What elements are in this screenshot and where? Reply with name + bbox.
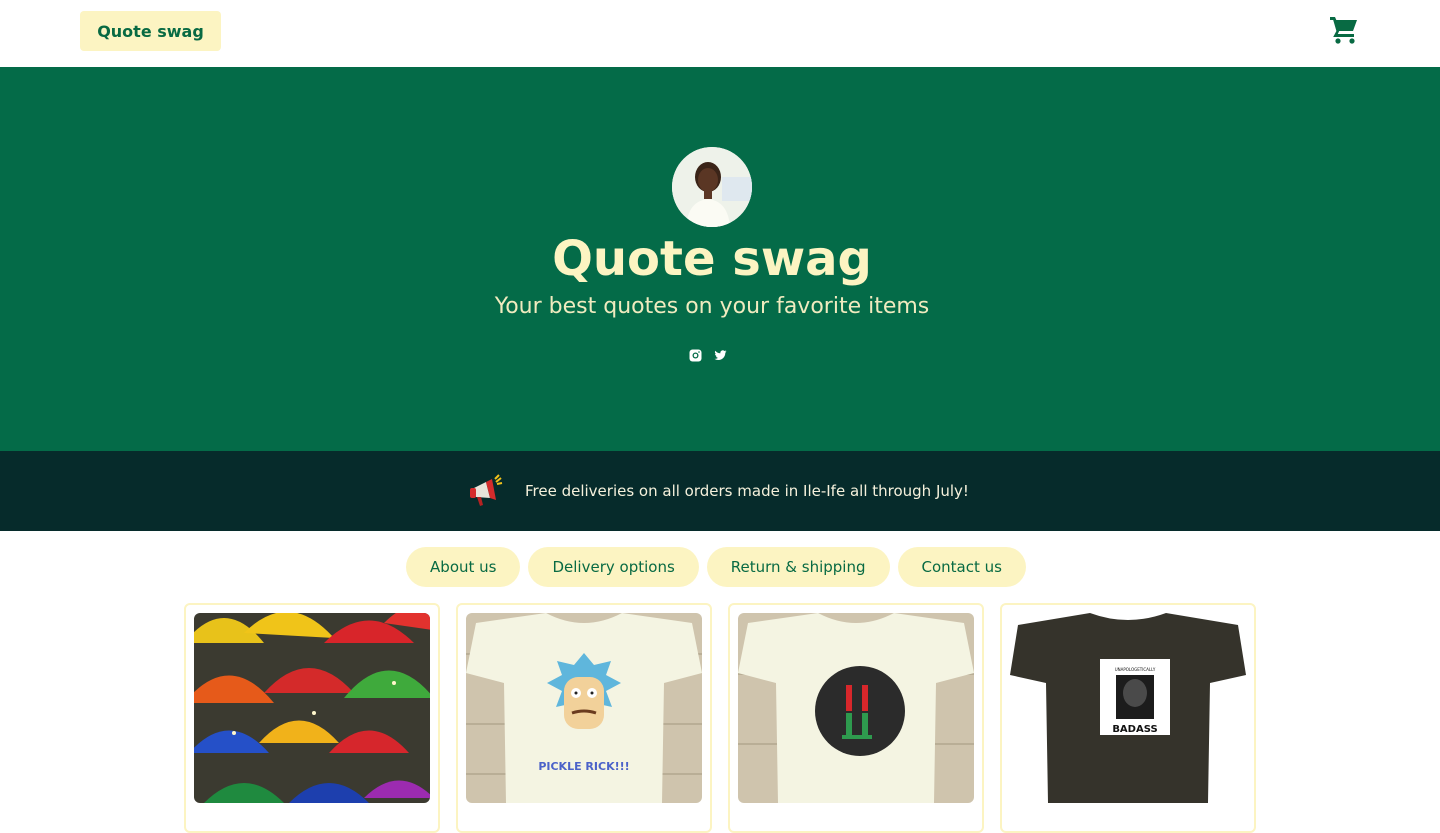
avatar (672, 147, 752, 227)
info-nav: About us Delivery options Return & shipp… (0, 547, 1432, 587)
product-card[interactable] (184, 603, 440, 833)
contact-us-button[interactable]: Contact us (897, 547, 1026, 587)
announcement-bar: Free deliveries on all orders made in Il… (0, 451, 1440, 531)
product-card[interactable]: PICKLE RICK!!! (456, 603, 712, 833)
instagram-icon[interactable] (689, 349, 702, 362)
colorful-umbrellas-image (194, 613, 430, 803)
cart-button[interactable] (1328, 14, 1360, 46)
product-card[interactable] (728, 603, 984, 833)
print-text: PICKLE RICK!!! (538, 760, 629, 773)
product-card[interactable]: UNAPOLOGETICALLY BADASS (1000, 603, 1256, 833)
about-us-button[interactable]: About us (406, 547, 521, 587)
brand-button[interactable]: Quote swag (80, 11, 221, 51)
delivery-options-button[interactable]: Delivery options (528, 547, 699, 587)
svg-text:UNAPOLOGETICALLY: UNAPOLOGETICALLY (1115, 667, 1156, 672)
top-bar: Quote swag (0, 0, 1440, 67)
round-logo-tshirt-image (738, 613, 974, 803)
hero-title: Quote swag (552, 231, 872, 287)
return-shipping-button[interactable]: Return & shipping (706, 547, 890, 587)
badass-black-tshirt-image: UNAPOLOGETICALLY BADASS (1010, 613, 1246, 803)
svg-text:BADASS: BADASS (1112, 724, 1157, 735)
product-grid: PICKLE RICK!!! UNAPOLOGETICALLY BADASS (184, 603, 1256, 833)
announcement-text: Free deliveries on all orders made in Il… (525, 482, 969, 500)
cart-icon (1330, 17, 1357, 44)
megaphone-icon (470, 474, 503, 506)
pickle-rick-tshirt-image: PICKLE RICK!!! (466, 613, 702, 803)
social-links (689, 348, 735, 362)
hero-banner: Quote swag Your best quotes on your favo… (0, 67, 1440, 451)
twitter-icon[interactable] (714, 349, 727, 362)
hero-subtitle: Your best quotes on your favorite items (494, 294, 930, 319)
